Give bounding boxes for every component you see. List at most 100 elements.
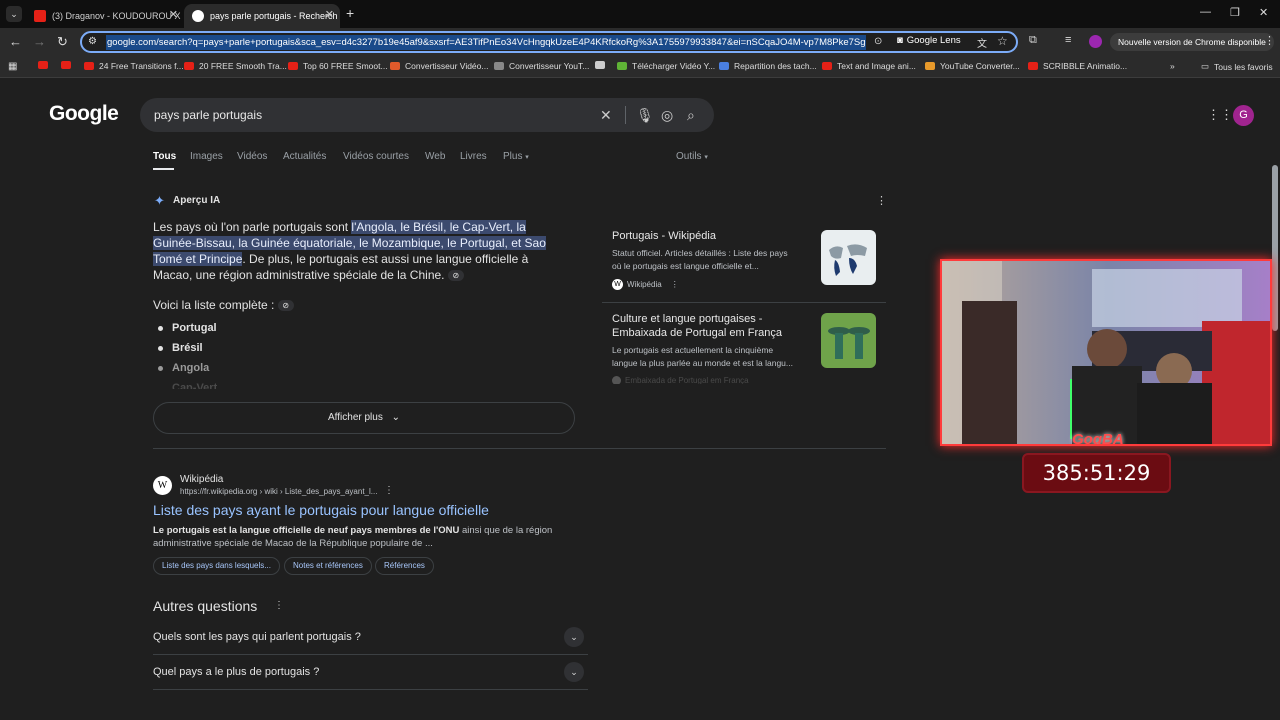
chevron-down-icon: ⌄ (391, 412, 400, 423)
other-questions-menu-icon[interactable]: ⋮ (274, 600, 284, 611)
tab-livres[interactable]: Livres (460, 151, 487, 162)
sitelink-chip[interactable]: Notes et références (284, 557, 372, 575)
wikipedia-icon: W (612, 279, 623, 290)
tools-button[interactable]: Outils ▾ (676, 151, 708, 162)
chrome-update-button[interactable]: Nouvelle version de Chrome disponible (1110, 33, 1274, 51)
bookmark-label: Convertisseur YouT... (509, 61, 590, 71)
bookmark-star-icon[interactable]: ☆ (997, 34, 1008, 48)
snippet-text: ainsi que de la région (459, 525, 553, 536)
bookmark-icon (822, 62, 832, 70)
google-lens-button[interactable]: ◙ Google Lens (897, 35, 961, 46)
more-icon[interactable]: ⋮ (671, 280, 679, 289)
bookmark-item[interactable]: YouTube Converter... (925, 61, 1020, 71)
tab-actualites[interactable]: Actualités (283, 151, 326, 162)
tab-videos[interactable]: Vidéos (237, 151, 267, 162)
close-window-icon[interactable]: ✕ (1259, 6, 1268, 19)
world-map-thumbnail (821, 230, 876, 285)
google-logo[interactable]: Google (49, 102, 119, 126)
reload-icon[interactable]: ↻ (57, 34, 68, 50)
tab-youtube[interactable]: (3) Draganov - KOUDOUROU X ✕ (26, 4, 184, 28)
tab-title: (3) Draganov - KOUDOUROU X (52, 11, 181, 21)
bookmark-item[interactable]: Convertisseur Vidéo... (390, 61, 488, 71)
maximize-icon[interactable]: ❐ (1230, 6, 1240, 19)
extensions-icon[interactable]: ⧉ (1029, 34, 1037, 47)
clear-icon[interactable]: ✕ (600, 107, 612, 124)
source-card-title[interactable]: Portugais - Wikipédia (612, 229, 716, 243)
site-info-icon[interactable]: ⚙ (88, 36, 97, 47)
bookmark-item[interactable] (61, 61, 76, 69)
bookmark-item[interactable]: Text and Image ani... (822, 61, 916, 71)
account-avatar[interactable]: G (1233, 105, 1254, 126)
stream-timer: 385:51:29 (1022, 453, 1171, 493)
bookmark-icon (61, 61, 71, 69)
close-tab-icon[interactable]: ✕ (325, 8, 334, 21)
search-input[interactable]: pays parle portugais (154, 108, 262, 122)
question-text: Quel pays a le plus de portugais ? (153, 666, 320, 678)
bookmark-item[interactable]: Repartition des tach... (719, 61, 817, 71)
bookmark-item[interactable]: 24 Free Transitions f... (84, 61, 184, 71)
minimize-icon[interactable]: — (1200, 6, 1211, 18)
bookmark-item[interactable]: 20 FREE Smooth Tra... (184, 61, 287, 71)
source-card-embassy[interactable]: Culture et langue portugaises - Embaixad… (602, 303, 886, 385)
location-icon[interactable]: ⊙ (874, 36, 882, 47)
page-scrollbar[interactable] (1272, 165, 1278, 331)
translate-icon[interactable]: 文 (977, 35, 987, 50)
question-row[interactable]: Quel pays a le plus de portugais ? ⌄ (153, 656, 588, 690)
result-more-icon[interactable]: ⋮ (384, 485, 394, 496)
bookmarks-overflow-icon[interactable]: » (1170, 61, 1175, 71)
link-icon[interactable]: ⊘ (447, 270, 464, 282)
show-more-button[interactable]: Afficher plus ⌄ (153, 402, 575, 434)
sitelink-chip[interactable]: Références (375, 557, 434, 575)
tab-plus[interactable]: Plus ▾ (503, 151, 529, 162)
apps-icon[interactable]: ▦ (8, 61, 17, 72)
all-bookmarks-folder[interactable]: ▭ Tous les favoris (1201, 61, 1273, 72)
tab-images[interactable]: Images (190, 151, 223, 162)
microphone-icon[interactable]: 🎙 (636, 107, 654, 124)
back-icon[interactable]: ← (9, 34, 22, 49)
result-breadcrumb[interactable]: https://fr.wikipedia.org › wiki › Liste_… (180, 487, 377, 496)
bookmark-item[interactable]: SCRIBBLE Animatio... (1028, 61, 1127, 71)
link-icon[interactable]: ⊘ (277, 300, 294, 312)
address-bar[interactable]: ⚙ google.com/search?q=pays+parle+portuga… (80, 31, 1018, 53)
tab-videos-courtes[interactable]: Vidéos courtes (343, 151, 409, 162)
source-card-wikipedia[interactable]: Portugais - Wikipédia Statut officiel. A… (602, 220, 886, 302)
forward-icon[interactable]: → (33, 34, 46, 49)
bookmarks-bar: ▦ » ▭ Tous les favoris 24 Free Transitio… (0, 56, 1280, 78)
new-tab-button[interactable]: + (346, 5, 354, 21)
source-card-title[interactable]: Embaixada de Portugal em França (612, 326, 782, 340)
search-box[interactable]: pays parle portugais ✕ 🎙 ◎ ⌕ (140, 98, 714, 132)
tab-web[interactable]: Web (425, 151, 445, 162)
bookmark-item[interactable]: Top 60 FREE Smoot... (288, 61, 388, 71)
bookmark-item[interactable]: Télécharger Vidéo Y... (617, 61, 715, 71)
source-name: Wikipédia (627, 280, 662, 289)
tab-tous[interactable]: Tous (153, 151, 176, 162)
ai-text-highlight: l'Angola, le Brésil, le Cap-Vert, la (351, 220, 526, 234)
embassy-icon (612, 376, 621, 384)
more-menu-icon[interactable]: ⋮ (1264, 34, 1275, 47)
profile-avatar[interactable] (1089, 35, 1102, 48)
bookmark-item[interactable] (595, 61, 610, 69)
list-heading-text: Voici la liste complète : (153, 298, 275, 312)
google-lens-label: Google Lens (906, 35, 961, 46)
ai-overview-menu-icon[interactable]: ⋮ (876, 194, 887, 207)
url-text[interactable]: google.com/search?q=pays+parle+portugais… (106, 35, 866, 50)
question-row[interactable]: Quels sont les pays qui parlent portugai… (153, 621, 588, 655)
close-tab-icon[interactable]: ✕ (169, 8, 178, 21)
chevron-down-icon[interactable]: ⌄ (564, 662, 584, 682)
media-icon[interactable]: ≡ (1065, 34, 1071, 46)
source-card-title[interactable]: Culture et langue portugaises - (612, 312, 762, 326)
sitelink-chip[interactable]: Liste des pays dans lesquels... (153, 557, 280, 575)
result-site-name[interactable]: Wikipédia (180, 474, 223, 485)
search-icon[interactable]: ⌕ (687, 107, 695, 124)
snippet-bold: Le portugais est la langue officielle de… (153, 525, 460, 536)
bookmark-item[interactable] (38, 61, 53, 69)
bookmark-item[interactable]: Convertisseur YouT... (494, 61, 589, 71)
camera-lens-icon[interactable]: ◎ (661, 107, 673, 124)
bookmark-icon (84, 62, 94, 70)
youtube-icon (34, 10, 46, 22)
tab-google-search[interactable]: pays parle portugais - Recherch ✕ (184, 4, 340, 28)
result-title-link[interactable]: Liste des pays ayant le portugais pour l… (153, 502, 489, 518)
tab-search-button[interactable]: ⌄ (6, 6, 22, 22)
chevron-down-icon[interactable]: ⌄ (564, 627, 584, 647)
source-card-source: W Wikipédia ⋮ (612, 279, 679, 290)
